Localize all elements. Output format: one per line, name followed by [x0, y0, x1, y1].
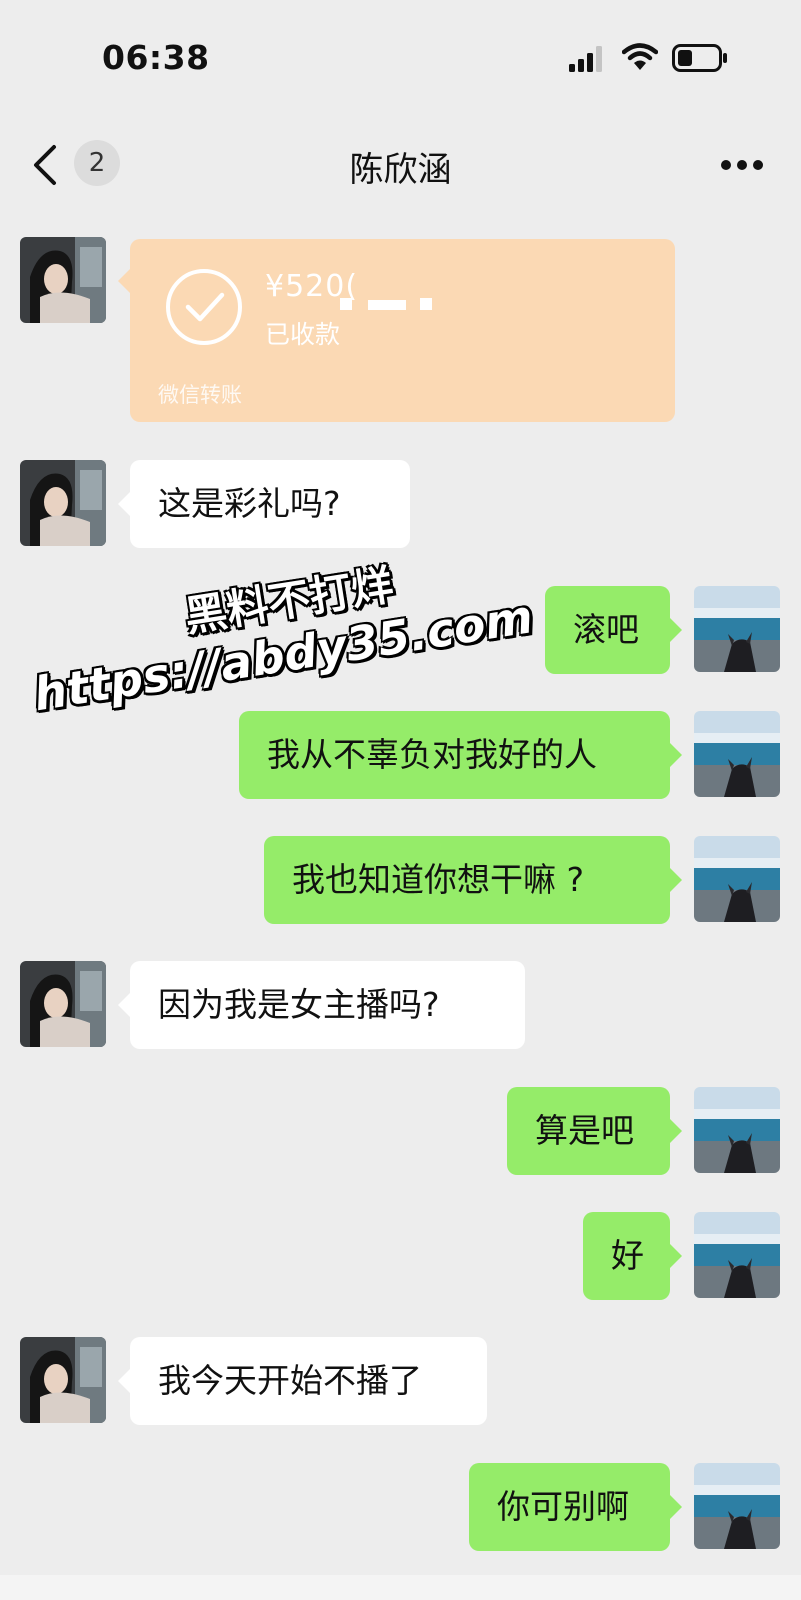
chat-screen: 06:38 2 陈欣涵 ¥520(已收款 微信转账 这是彩礼吗? 滚吧 我从不… [0, 0, 801, 1600]
my-avatar[interactable] [694, 711, 780, 797]
check-circle-icon [164, 267, 244, 351]
my-avatar[interactable] [694, 836, 780, 922]
my-avatar[interactable] [694, 1212, 780, 1298]
message-bubble-outgoing[interactable]: 好 [583, 1212, 682, 1300]
wifi-icon [621, 43, 659, 75]
transfer-label: 微信转账 [158, 383, 242, 407]
transfer-status: 已收款 [265, 320, 341, 349]
chat-header: 2 陈欣涵 [0, 120, 801, 210]
input-bar-edge [0, 1575, 801, 1600]
contact-avatar[interactable] [20, 237, 106, 323]
message-bubble-incoming[interactable]: 因为我是女主播吗? [118, 961, 525, 1049]
status-bar: 06:38 [0, 0, 801, 120]
chat-title: 陈欣涵 [349, 150, 452, 190]
more-options-icon[interactable] [720, 156, 764, 175]
watermark-title: 黑料不打烊 [181, 560, 397, 642]
redaction-mark [340, 295, 435, 314]
signal-icon [569, 46, 607, 76]
my-avatar[interactable] [694, 1087, 780, 1173]
contact-avatar[interactable] [20, 460, 106, 546]
my-avatar[interactable] [694, 586, 780, 672]
transfer-card[interactable]: ¥520( 已收款 微信转账 [118, 239, 675, 422]
battery-icon [672, 44, 728, 76]
message-bubble-outgoing[interactable]: 你可别啊 [469, 1463, 682, 1551]
message-bubble-outgoing[interactable]: 算是吧 [507, 1087, 682, 1175]
message-bubble-outgoing[interactable]: 我从不辜负对我好的人 [239, 711, 682, 799]
message-bubble-incoming[interactable]: 这是彩礼吗? [118, 460, 410, 548]
status-time: 06:38 [102, 38, 210, 77]
watermark-url: https://abdy35.com [30, 589, 537, 722]
contact-avatar[interactable] [20, 1337, 106, 1423]
contact-avatar[interactable] [20, 961, 106, 1047]
message-bubble-outgoing[interactable]: 我也知道你想干嘛 ? [264, 836, 682, 924]
message-bubble-outgoing[interactable]: 滚吧 [545, 586, 682, 674]
message-bubble-incoming[interactable]: 我今天开始不播了 [118, 1337, 487, 1425]
my-avatar[interactable] [694, 1463, 780, 1549]
